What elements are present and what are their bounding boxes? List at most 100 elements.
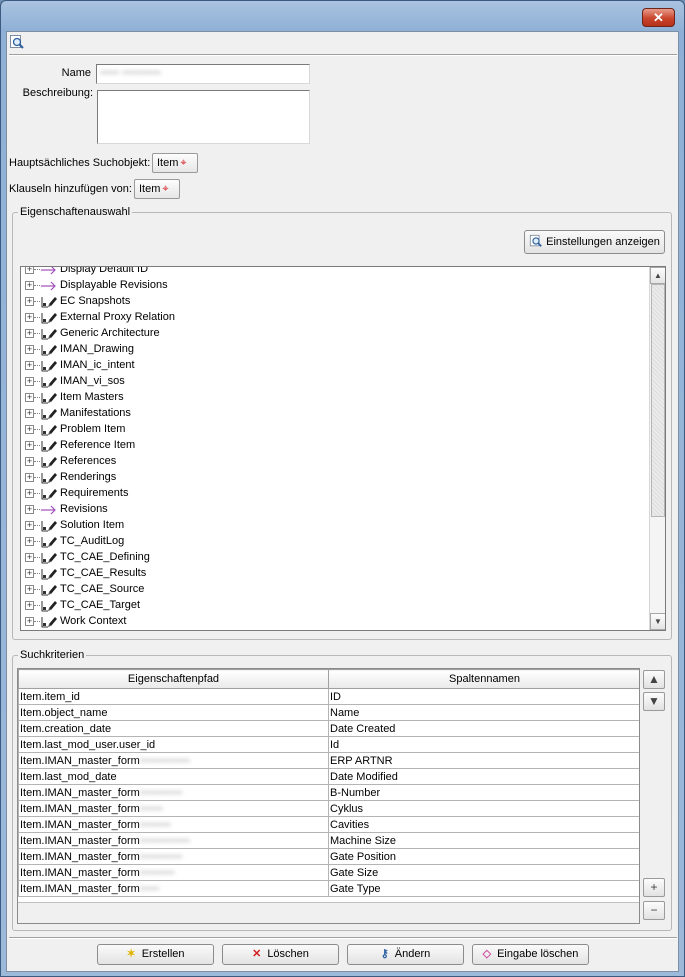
column-header-name[interactable]: Spaltennamen: [328, 669, 639, 689]
table-row[interactable]: Item.IMAN_master_form••••• Gate Type: [18, 880, 639, 897]
delete-button[interactable]: ✕ Löschen: [222, 944, 339, 965]
table-row[interactable]: Item.creation_date Date Created: [18, 720, 639, 737]
tree-item[interactable]: + TC_CAE_Results: [21, 566, 646, 582]
tree-item[interactable]: + References: [21, 454, 646, 470]
name-field[interactable]: ••••• ••••••••••: [96, 64, 310, 84]
expand-toggle-icon[interactable]: +: [25, 601, 34, 610]
tree-item[interactable]: + IMAN_ic_intent: [21, 358, 646, 374]
table-row[interactable]: Item.IMAN_master_form••••••••••• Gate Pos…: [18, 848, 639, 865]
expand-toggle-icon[interactable]: +: [25, 297, 34, 306]
column-header-path[interactable]: Eigenschaftenpfad: [18, 669, 329, 689]
tree-item[interactable]: + Reference Item: [21, 438, 646, 454]
table-row[interactable]: Item.IMAN_master_form•••••••• Cavities: [18, 816, 639, 833]
scroll-thumb[interactable]: [651, 284, 665, 517]
expand-toggle-icon[interactable]: +: [25, 553, 34, 562]
expand-toggle-icon[interactable]: +: [25, 377, 34, 386]
column-name-cell[interactable]: Name: [328, 704, 639, 721]
table-row[interactable]: Item.item_id ID: [18, 688, 639, 705]
tree-item[interactable]: + Display Default ID: [21, 267, 646, 278]
expand-toggle-icon[interactable]: +: [25, 457, 34, 466]
close-button[interactable]: ✕: [642, 8, 675, 27]
tree-item[interactable]: + Work Context: [21, 614, 646, 630]
show-settings-button[interactable]: Einstellungen anzeigen: [524, 230, 665, 254]
tree-item[interactable]: + Generic Architecture: [21, 326, 646, 342]
property-path-cell[interactable]: Item.IMAN_master_form•••••••••••••: [18, 832, 329, 849]
move-down-button[interactable]: ▼: [643, 692, 665, 711]
column-name-cell[interactable]: Id: [328, 736, 639, 753]
property-path-cell[interactable]: Item.IMAN_master_form•••••••••••••: [18, 752, 329, 769]
property-path-cell[interactable]: Item.IMAN_master_form••••••: [18, 800, 329, 817]
tree-item[interactable]: + Renderings: [21, 470, 646, 486]
tree-item[interactable]: + IMAN_vi_sos: [21, 374, 646, 390]
property-path-cell[interactable]: Item.IMAN_master_form••••••••: [18, 816, 329, 833]
clear-input-button[interactable]: ◇ Eingabe löschen: [472, 944, 589, 965]
scroll-down-button[interactable]: ▼: [650, 613, 665, 630]
column-name-cell[interactable]: Gate Size: [328, 864, 639, 881]
tree-item[interactable]: + Revisions: [21, 502, 646, 518]
property-path-cell[interactable]: Item.last_mod_date: [18, 768, 329, 785]
property-path-cell[interactable]: Item.last_mod_user.user_id: [18, 736, 329, 753]
expand-toggle-icon[interactable]: +: [25, 361, 34, 370]
expand-toggle-icon[interactable]: +: [25, 537, 34, 546]
tree-item[interactable]: + Problem Item: [21, 422, 646, 438]
tree-item[interactable]: + Displayable Revisions: [21, 278, 646, 294]
table-row[interactable]: Item.object_name Name: [18, 704, 639, 721]
expand-toggle-icon[interactable]: +: [25, 345, 34, 354]
table-row[interactable]: Item.IMAN_master_form••••••••••••• ERP AR…: [18, 752, 639, 769]
table-row[interactable]: Item.IMAN_master_form•••••• Cyklus: [18, 800, 639, 817]
magnifier-page-icon[interactable]: [9, 34, 25, 50]
description-field[interactable]: [97, 90, 310, 144]
table-row[interactable]: Item.last_mod_date Date Modified: [18, 768, 639, 785]
create-button[interactable]: ✶ Erstellen: [97, 944, 214, 965]
expand-toggle-icon[interactable]: +: [25, 505, 34, 514]
property-path-cell[interactable]: Item.IMAN_master_form•••••••••••: [18, 784, 329, 801]
column-name-cell[interactable]: Cyklus: [328, 800, 639, 817]
expand-toggle-icon[interactable]: +: [25, 521, 34, 530]
title-bar[interactable]: ✕: [1, 1, 684, 31]
table-row[interactable]: Item.IMAN_master_form••••••••••• B-Number: [18, 784, 639, 801]
tree-item[interactable]: + Item Masters: [21, 390, 646, 406]
column-name-cell[interactable]: Gate Position: [328, 848, 639, 865]
expand-toggle-icon[interactable]: +: [25, 267, 34, 274]
clauses-selector[interactable]: Item ⌖: [134, 179, 180, 199]
column-name-cell[interactable]: ID: [328, 688, 639, 705]
table-row[interactable]: Item.IMAN_master_form••••••••••••• Machin…: [18, 832, 639, 849]
tree-item[interactable]: + TC_CAE_Target: [21, 598, 646, 614]
column-name-cell[interactable]: B-Number: [328, 784, 639, 801]
tree-item[interactable]: + TC_CAE_Source: [21, 582, 646, 598]
expand-toggle-icon[interactable]: +: [25, 569, 34, 578]
add-row-button[interactable]: +: [643, 878, 665, 897]
property-path-cell[interactable]: Item.object_name: [18, 704, 329, 721]
property-path-cell[interactable]: Item.creation_date: [18, 720, 329, 737]
expand-toggle-icon[interactable]: +: [25, 473, 34, 482]
property-path-cell[interactable]: Item.IMAN_master_form•••••••••••: [18, 848, 329, 865]
expand-toggle-icon[interactable]: +: [25, 617, 34, 626]
tree-item[interactable]: + TC_CAE_Defining: [21, 550, 646, 566]
tree-scrollbar[interactable]: ▲ ▼: [649, 267, 665, 630]
property-path-cell[interactable]: Item.IMAN_master_form•••••••••: [18, 864, 329, 881]
expand-toggle-icon[interactable]: +: [25, 409, 34, 418]
column-name-cell[interactable]: Cavities: [328, 816, 639, 833]
table-row[interactable]: Item.last_mod_user.user_id Id: [18, 736, 639, 753]
tree-item[interactable]: + EC Snapshots: [21, 294, 646, 310]
column-name-cell[interactable]: Machine Size: [328, 832, 639, 849]
primary-search-selector[interactable]: Item ⌖: [152, 153, 198, 173]
move-up-button[interactable]: ▲: [643, 670, 665, 689]
remove-row-button[interactable]: −: [643, 901, 665, 920]
tree-item[interactable]: + Requirements: [21, 486, 646, 502]
expand-toggle-icon[interactable]: +: [25, 441, 34, 450]
tree-item[interactable]: + IMAN_Drawing: [21, 342, 646, 358]
expand-toggle-icon[interactable]: +: [25, 313, 34, 322]
tree-item[interactable]: + External Proxy Relation: [21, 310, 646, 326]
column-name-cell[interactable]: Date Modified: [328, 768, 639, 785]
scroll-up-button[interactable]: ▲: [650, 267, 665, 284]
property-path-cell[interactable]: Item.IMAN_master_form•••••: [18, 880, 329, 897]
property-path-cell[interactable]: Item.item_id: [18, 688, 329, 705]
tree-item[interactable]: + Solution Item: [21, 518, 646, 534]
table-row[interactable]: Item.IMAN_master_form••••••••• Gate Size: [18, 864, 639, 881]
modify-button[interactable]: ⚷ Ändern: [347, 944, 464, 965]
column-name-cell[interactable]: Gate Type: [328, 880, 639, 897]
column-name-cell[interactable]: ERP ARTNR: [328, 752, 639, 769]
column-name-cell[interactable]: Date Created: [328, 720, 639, 737]
tree-item[interactable]: + Manifestations: [21, 406, 646, 422]
